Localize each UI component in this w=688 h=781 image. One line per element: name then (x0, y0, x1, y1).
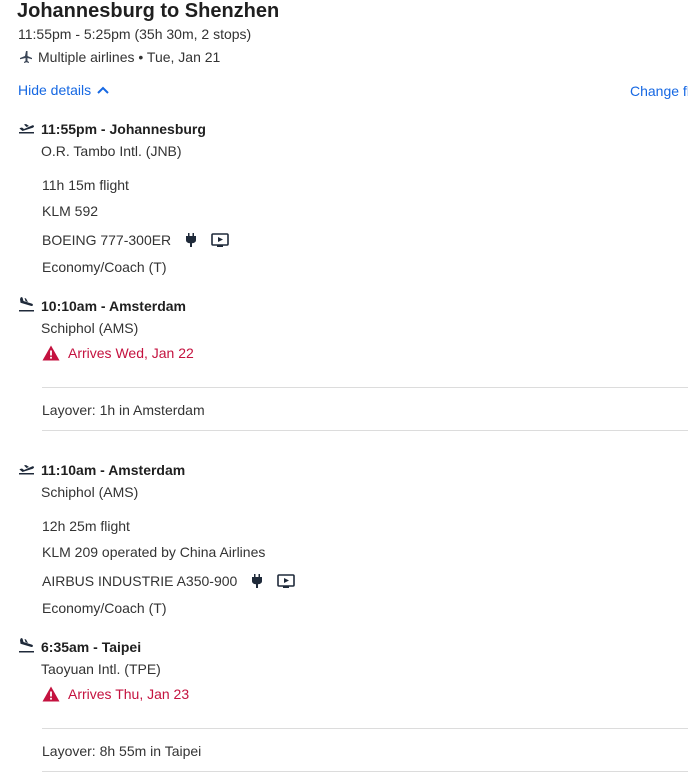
segment-1-arrival: 10:10am - Amsterdam (41, 298, 186, 314)
layover-1-bottom-divider (42, 430, 688, 431)
multiple-airlines-icon (18, 49, 34, 65)
segment-2-departure-airport: Schiphol (AMS) (41, 484, 139, 500)
power-outlet-icon (251, 574, 263, 588)
takeoff-icon (18, 461, 35, 480)
warning-icon (42, 345, 60, 361)
segment-1-aircraft-row: BOEING 777-300ER (42, 232, 229, 248)
layover-2-bottom-divider (42, 771, 688, 772)
change-flight-link[interactable]: Change fl (630, 83, 688, 99)
segment-1-departure: 11:55pm - Johannesburg (41, 121, 206, 137)
segment-2-arrival-airport: Taoyuan Intl. (TPE) (41, 661, 161, 677)
airline-date-row: Multiple airlines • Tue, Jan 21 (18, 49, 220, 65)
takeoff-icon (18, 120, 35, 139)
segment-1-arrival-warning-text: Arrives Wed, Jan 22 (68, 345, 194, 361)
segment-2-departure: 11:10am - Amsterdam (41, 462, 186, 478)
segment-2-arrival-warning: Arrives Thu, Jan 23 (42, 686, 189, 702)
segment-2-cabin: Economy/Coach (T) (42, 600, 167, 616)
segment-2-duration: 12h 25m flight (42, 518, 130, 534)
entertainment-icon (211, 233, 229, 247)
hide-details-link[interactable]: Hide details (18, 82, 109, 98)
segment-1-aircraft: BOEING 777-300ER (42, 232, 172, 248)
layover-2: Layover: 8h 55m in Taipei (42, 743, 202, 759)
layover-1-top-divider (42, 387, 688, 388)
segment-1-flight-number: KLM 592 (42, 203, 99, 219)
segment-1-arrival-warning: Arrives Wed, Jan 22 (42, 345, 194, 361)
power-outlet-icon (185, 233, 197, 247)
layover-2-top-divider (42, 728, 688, 729)
segment-2-aircraft: AIRBUS INDUSTRIE A350-900 (42, 573, 238, 589)
segment-2-flight-number: KLM 209 operated by China Airlines (42, 544, 266, 560)
trip-times-summary: 11:55pm - 5:25pm (35h 30m, 2 stops) (18, 26, 252, 42)
landing-icon (18, 296, 35, 317)
entertainment-icon (277, 574, 296, 588)
segment-2-arrival: 6:35am - Taipei (41, 639, 142, 655)
segment-1-departure-airport: O.R. Tambo Intl. (JNB) (41, 143, 182, 159)
segment-1-arrival-airport: Schiphol (AMS) (41, 320, 139, 336)
trip-title: Johannesburg to Shenzhen (17, 0, 280, 22)
segment-1-duration: 11h 15m flight (42, 177, 129, 193)
warning-icon (42, 686, 60, 702)
airline-date-text: Multiple airlines • Tue, Jan 21 (38, 49, 221, 65)
chevron-up-icon (97, 86, 109, 94)
segment-2-arrival-warning-text: Arrives Thu, Jan 23 (68, 686, 190, 702)
landing-icon (18, 637, 35, 658)
segment-1-cabin: Economy/Coach (T) (42, 259, 167, 275)
segment-2-aircraft-row: AIRBUS INDUSTRIE A350-900 (42, 573, 296, 589)
hide-details-label: Hide details (18, 82, 92, 98)
layover-1: Layover: 1h in Amsterdam (42, 402, 205, 418)
